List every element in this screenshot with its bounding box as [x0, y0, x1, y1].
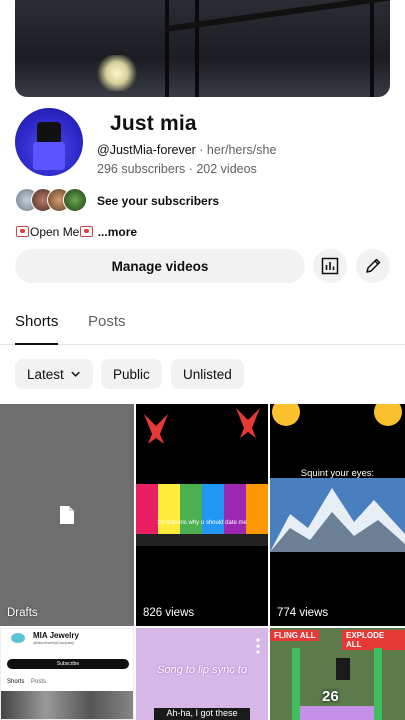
subscriber-avatar	[63, 188, 87, 212]
filter-public-chip[interactable]: Public	[101, 359, 162, 389]
short-views: 774 views	[277, 607, 329, 619]
game-platform	[300, 706, 374, 720]
avatar-figure-body	[33, 142, 65, 170]
chip-label: Latest	[27, 366, 64, 382]
game-scaffold	[374, 648, 382, 720]
analytics-icon	[321, 257, 339, 275]
channel-handle: @JustMia-forever	[97, 143, 196, 157]
avatar-figure-head	[37, 122, 61, 144]
chip-label: Unlisted	[183, 366, 232, 382]
short-caption: 10 reasons why u should date me	[157, 520, 247, 526]
butterfly-icon	[11, 633, 25, 643]
heart-letter-icon	[80, 226, 94, 237]
heart-letter-icon	[16, 226, 29, 237]
short-caption: 26	[322, 688, 339, 705]
short-tile[interactable]: Squint your eyes: 774 views	[270, 404, 405, 626]
short-tile[interactable]: 10 reasons why u should date me 826 view…	[136, 404, 268, 626]
banner-decoration	[370, 0, 374, 97]
filter-unlisted-chip[interactable]: Unlisted	[171, 359, 244, 389]
short-tile[interactable]: FLING ALL EXPLODE ALL 26	[270, 628, 405, 720]
drafts-tile[interactable]: Drafts	[0, 404, 134, 626]
short-views: 826 views	[143, 607, 195, 619]
short-caption: Shorts	[7, 679, 25, 685]
short-tile[interactable]: MIA Jewelry @MiaJewelryCompany Subscribe…	[0, 628, 134, 720]
sort-latest-chip[interactable]: Latest	[15, 359, 93, 389]
short-caption: @MiaJewelryCompany	[33, 640, 75, 645]
bio-text: Open Me	[30, 225, 80, 239]
short-caption: Posts	[31, 679, 47, 685]
file-icon	[60, 506, 74, 524]
manage-videos-button[interactable]: Manage videos	[15, 249, 305, 283]
chevron-down-icon	[71, 371, 80, 377]
short-thumbnail	[1, 691, 133, 719]
short-thumbnail	[136, 408, 268, 546]
short-caption: MIA Jewelry	[33, 631, 79, 640]
channel-banner[interactable]	[15, 0, 390, 97]
content-tabs: Shorts Posts	[0, 300, 405, 345]
banner-decoration	[165, 0, 169, 97]
short-caption: Ah-ha, I got these	[154, 708, 250, 720]
channel-stats: 296 subscribers · 202 videos	[97, 162, 257, 176]
channel-bio[interactable]: Open Me ...more	[15, 225, 137, 239]
channel-pronouns: · her/hers/she	[195, 143, 277, 157]
short-caption: EXPLODE ALL	[342, 630, 405, 650]
channel-avatar[interactable]	[15, 108, 83, 176]
tab-shorts[interactable]: Shorts	[15, 313, 59, 345]
short-caption: Song to lip sync to	[157, 664, 247, 676]
game-character	[336, 658, 350, 680]
short-thumbnail	[270, 404, 405, 552]
subscriber-avatars[interactable]	[15, 188, 95, 212]
chip-label: Public	[113, 366, 150, 382]
banner-light	[97, 55, 137, 91]
pencil-icon	[366, 258, 381, 273]
short-subscribe-button: Subscribe	[7, 659, 129, 669]
more-vert-icon	[256, 638, 260, 654]
see-subscribers-link[interactable]: See your subscribers	[97, 194, 219, 208]
bio-more-link[interactable]: ...more	[98, 225, 137, 239]
edit-channel-button[interactable]	[356, 249, 390, 283]
banner-decoration	[165, 0, 390, 32]
short-caption: FLING ALL	[270, 630, 320, 641]
short-caption: Squint your eyes:	[300, 468, 375, 479]
channel-handle-line: @JustMia-forever · her/hers/she	[97, 143, 276, 157]
channel-name: Just mia	[110, 112, 197, 135]
tab-posts[interactable]: Posts	[88, 313, 126, 330]
short-tile[interactable]: Song to lip sync to Ah-ha, I got these	[136, 628, 268, 720]
analytics-button[interactable]	[313, 249, 347, 283]
shorts-grid: Drafts 10 reasons why u should date me 8…	[0, 404, 405, 720]
banner-decoration	[195, 0, 199, 97]
drafts-label: Drafts	[7, 607, 38, 619]
game-scaffold	[292, 648, 300, 720]
